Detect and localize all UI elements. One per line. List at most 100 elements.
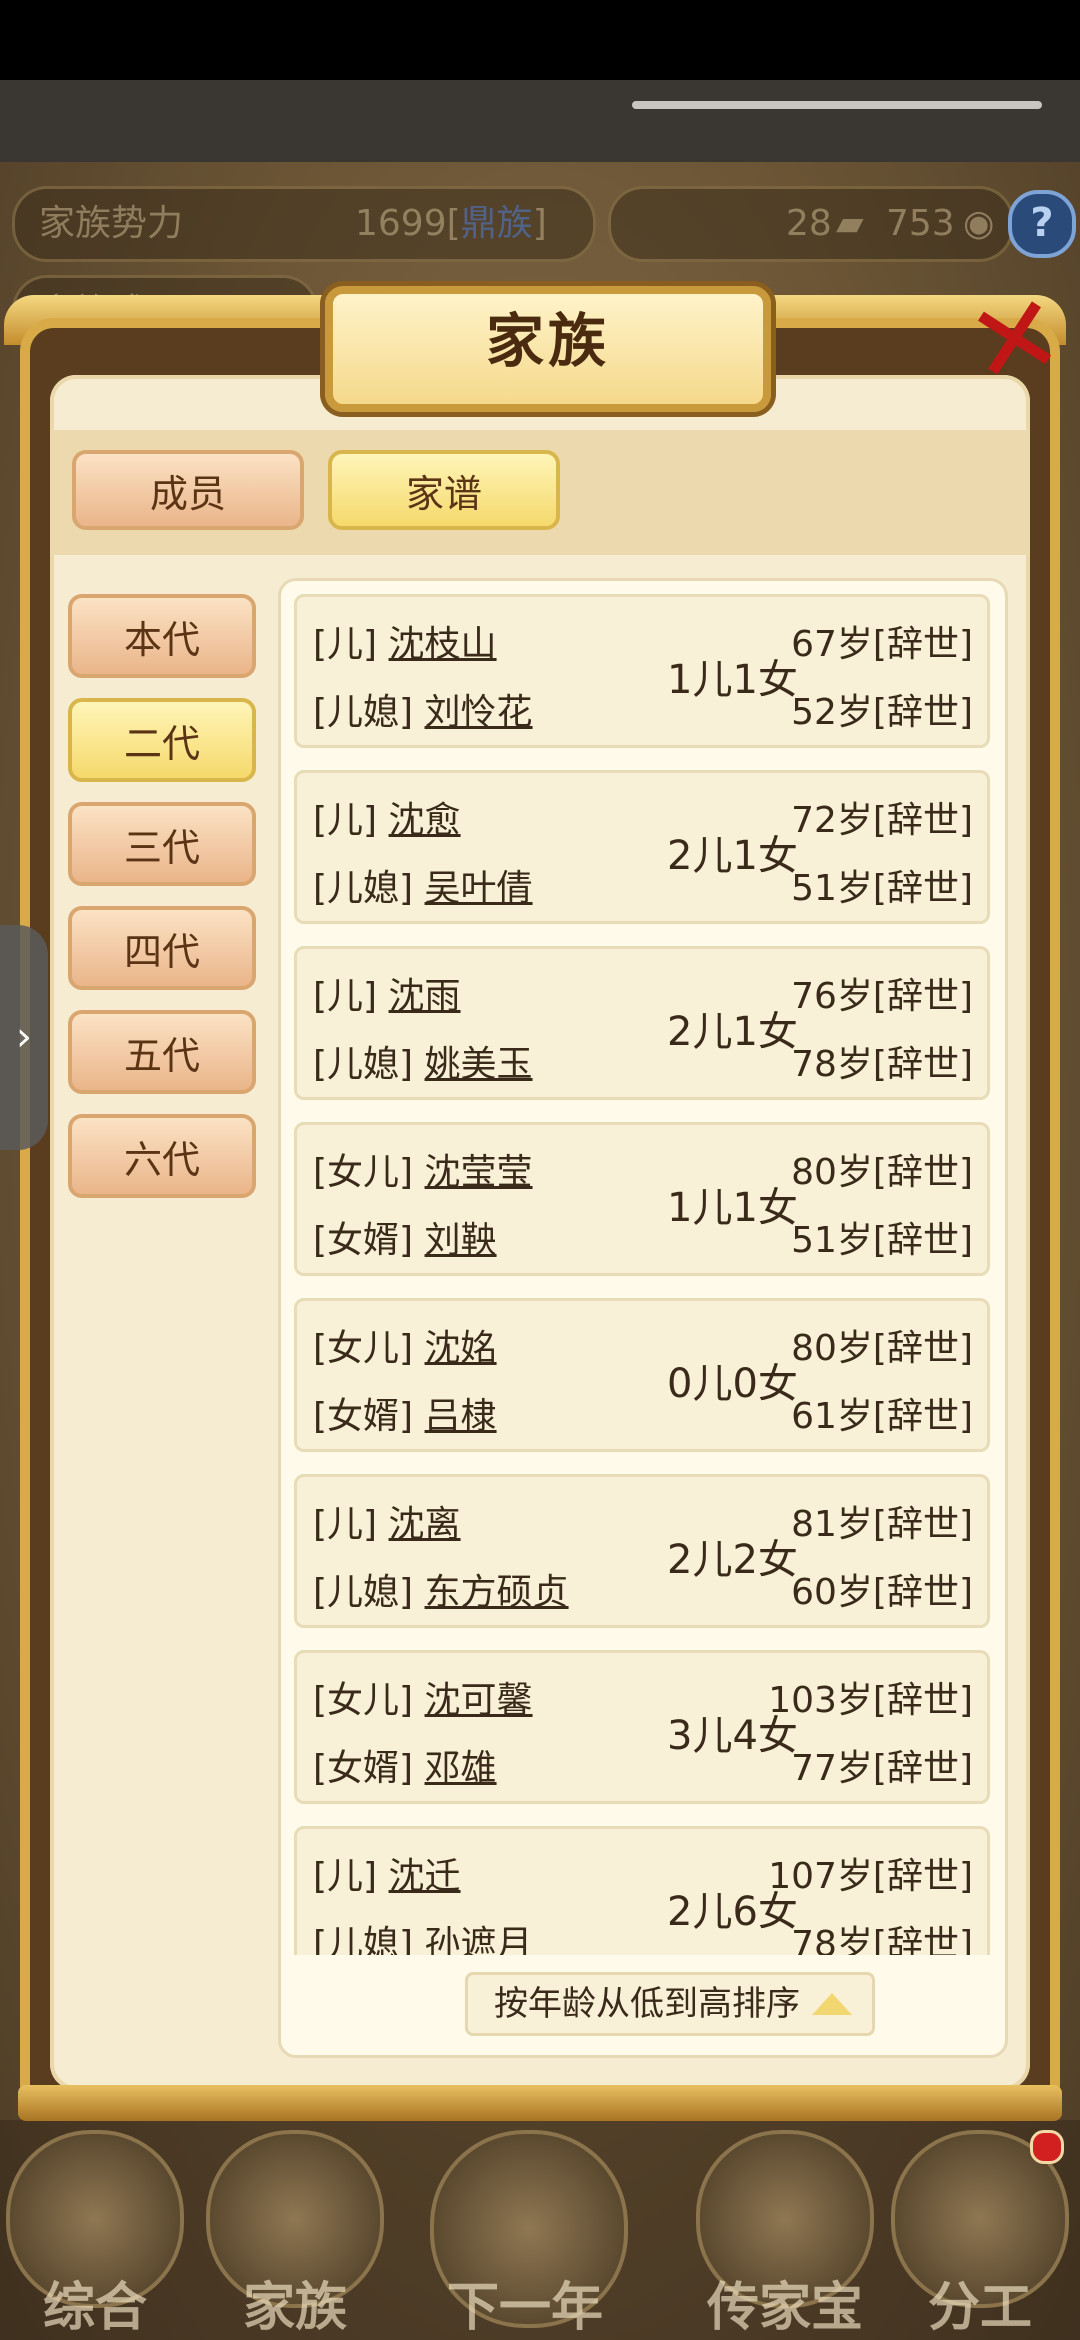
spouse-age-status: 61岁[辞世]: [791, 1396, 973, 1437]
sort-button[interactable]: 按年龄从低到高排序: [465, 1972, 875, 2036]
relation-label: [儿]: [313, 1856, 378, 1897]
children-count: 2儿1女: [667, 1009, 798, 1055]
spouse-age-status: 60岁[辞世]: [791, 1572, 973, 1613]
list-item[interactable]: [儿] 沈雨 [儿媳] 姚美玉 2儿1女 76岁[辞世] 78岁[辞世]: [294, 946, 990, 1100]
top-bar: [0, 80, 1080, 162]
family-power-bracket-close: ]: [532, 203, 547, 244]
nav-general-label: 综合: [42, 2278, 147, 2338]
spouse-relation-label: [儿媳]: [313, 1924, 414, 1955]
member-age-status: 103岁[辞世]: [768, 1680, 973, 1721]
nav-next-year-label: 下一年: [446, 2278, 603, 2338]
member-name-link[interactable]: 沈愈: [389, 800, 461, 841]
list-item[interactable]: [女儿] 沈莹莹 [女婿] 刘鞅 1儿1女 80岁[辞世] 51岁[辞世]: [294, 1122, 990, 1276]
member-age-status: 80岁[辞世]: [791, 1328, 973, 1369]
modal-title: 家族: [325, 286, 771, 412]
relation-label: [女儿]: [313, 1680, 414, 1721]
children-count: 1儿1女: [667, 1185, 798, 1231]
children-count: 2儿2女: [667, 1537, 798, 1583]
family-power-label: 家族势力: [39, 203, 184, 244]
family-power-stat: 家族势力 1699[鼎族]: [12, 186, 596, 262]
gen-tab-fourth[interactable]: 四代: [68, 906, 256, 990]
help-button[interactable]: ?: [1008, 190, 1076, 258]
member-name-link[interactable]: 沈姳: [425, 1328, 497, 1369]
side-drawer-handle[interactable]: ›: [0, 925, 48, 1150]
relation-label: [儿]: [313, 800, 378, 841]
spouse-age-status: 78岁[辞世]: [791, 1924, 973, 1955]
books-icon: ▰: [836, 203, 864, 244]
member-age-status: 81岁[辞世]: [791, 1504, 973, 1545]
list-item[interactable]: [儿] 沈愈 [儿媳] 吴叶倩 2儿1女 72岁[辞世] 51岁[辞世]: [294, 770, 990, 924]
list-item[interactable]: [儿] 沈离 [儿媳] 东方硕贞 2儿2女 81岁[辞世] 60岁[辞世]: [294, 1474, 990, 1628]
spouse-name-link[interactable]: 孙遮月: [425, 1924, 533, 1955]
spouse-relation-label: [儿媳]: [313, 1572, 414, 1613]
family-power-rank: 鼎族: [460, 203, 533, 244]
list-item[interactable]: [女儿] 沈可馨 [女婿] 邓雄 3儿4女 103岁[辞世] 77岁[辞世]: [294, 1650, 990, 1804]
spouse-name-link[interactable]: 姚美玉: [425, 1044, 533, 1085]
children-count: 1儿1女: [667, 657, 798, 703]
spouse-relation-label: [女婿]: [313, 1396, 414, 1437]
member-name-link[interactable]: 沈莹莹: [425, 1152, 533, 1193]
member-age-status: 67岁[辞世]: [791, 624, 973, 665]
spouse-name-link[interactable]: 吴叶倩: [425, 868, 533, 909]
spouse-relation-label: [儿媳]: [313, 1044, 414, 1085]
spouse-name-link[interactable]: 邓雄: [425, 1748, 497, 1789]
spouse-relation-label: [女婿]: [313, 1220, 414, 1261]
list-item[interactable]: [儿] 沈枝山 [儿媳] 刘怜花 1儿1女 67岁[辞世] 52岁[辞世]: [294, 594, 990, 748]
children-count: 0儿0女: [667, 1361, 798, 1407]
tab-genealogy[interactable]: 家谱: [328, 450, 560, 530]
spouse-age-status: 52岁[辞世]: [791, 692, 973, 733]
sort-label: 按年龄从低到高排序: [494, 1984, 800, 2024]
spouse-relation-label: [女婿]: [313, 1748, 414, 1789]
spouse-name-link[interactable]: 东方硕贞: [425, 1572, 569, 1613]
spouse-relation-label: [儿媳]: [313, 692, 414, 733]
member-age-status: 76岁[辞世]: [791, 976, 973, 1017]
member-name-link[interactable]: 沈迁: [389, 1856, 461, 1897]
spouse-name-link[interactable]: 刘鞅: [425, 1220, 497, 1261]
modal-base: [18, 2085, 1062, 2121]
spouse-age-status: 78岁[辞世]: [791, 1044, 973, 1085]
member-age-status: 107岁[辞世]: [768, 1856, 973, 1897]
member-age-status: 72岁[辞世]: [791, 800, 973, 841]
relation-label: [女儿]: [313, 1328, 414, 1369]
family-power-bracket-open: [: [446, 203, 461, 244]
triangle-up-icon: [812, 1993, 852, 2015]
nav-heirloom[interactable]: 传家宝: [690, 2130, 880, 2340]
resources-stat: 28 ▰ 753 ◉: [608, 186, 1014, 262]
gen-tab-current[interactable]: 本代: [68, 594, 256, 678]
gesture-pill: [632, 101, 1042, 109]
books-count: 28: [786, 203, 832, 244]
nav-general[interactable]: 综合: [0, 2130, 190, 2340]
gen-tab-fifth[interactable]: 五代: [68, 1010, 256, 1094]
relation-label: [儿]: [313, 624, 378, 665]
member-name-link[interactable]: 沈雨: [389, 976, 461, 1017]
nav-family-label: 家族: [242, 2278, 347, 2338]
member-name-link[interactable]: 沈枝山: [389, 624, 497, 665]
gen-tab-sixth[interactable]: 六代: [68, 1114, 256, 1198]
gen-tab-second[interactable]: 二代: [68, 698, 256, 782]
tab-members[interactable]: 成员: [72, 450, 304, 530]
list-item[interactable]: [女儿] 沈姳 [女婿] 吕棣 0儿0女 80岁[辞世] 61岁[辞世]: [294, 1298, 990, 1452]
coins-count: 753: [886, 203, 955, 244]
children-count: 2儿1女: [667, 833, 798, 879]
nav-heirloom-label: 传家宝: [706, 2278, 863, 2338]
member-name-link[interactable]: 沈可馨: [425, 1680, 533, 1721]
nav-next-year[interactable]: 下一年: [430, 2130, 628, 2340]
close-x-icon[interactable]: ✕: [951, 268, 1079, 412]
member-age-status: 80岁[辞世]: [791, 1152, 973, 1193]
spouse-age-status: 51岁[辞世]: [791, 1220, 973, 1261]
relation-label: [儿]: [313, 976, 378, 1017]
family-power-value: 1699: [355, 203, 447, 244]
relation-label: [儿]: [313, 1504, 378, 1545]
nav-family[interactable]: 家族: [200, 2130, 390, 2340]
spouse-relation-label: [儿媳]: [313, 868, 414, 909]
status-bar: [0, 0, 1080, 80]
spouse-name-link[interactable]: 吕棣: [425, 1396, 497, 1437]
member-name-link[interactable]: 沈离: [389, 1504, 461, 1545]
spouse-age-status: 77岁[辞世]: [791, 1748, 973, 1789]
genealogy-list[interactable]: [儿] 沈枝山 [儿媳] 刘怜花 1儿1女 67岁[辞世] 52岁[辞世] [儿…: [290, 590, 996, 1955]
list-item[interactable]: [儿] 沈迁 [儿媳] 孙遮月 2儿6女 107岁[辞世] 78岁[辞世]: [294, 1826, 990, 1955]
spouse-age-status: 51岁[辞世]: [791, 868, 973, 909]
spouse-name-link[interactable]: 刘怜花: [425, 692, 533, 733]
notification-dot: [1030, 2130, 1064, 2164]
gen-tab-third[interactable]: 三代: [68, 802, 256, 886]
